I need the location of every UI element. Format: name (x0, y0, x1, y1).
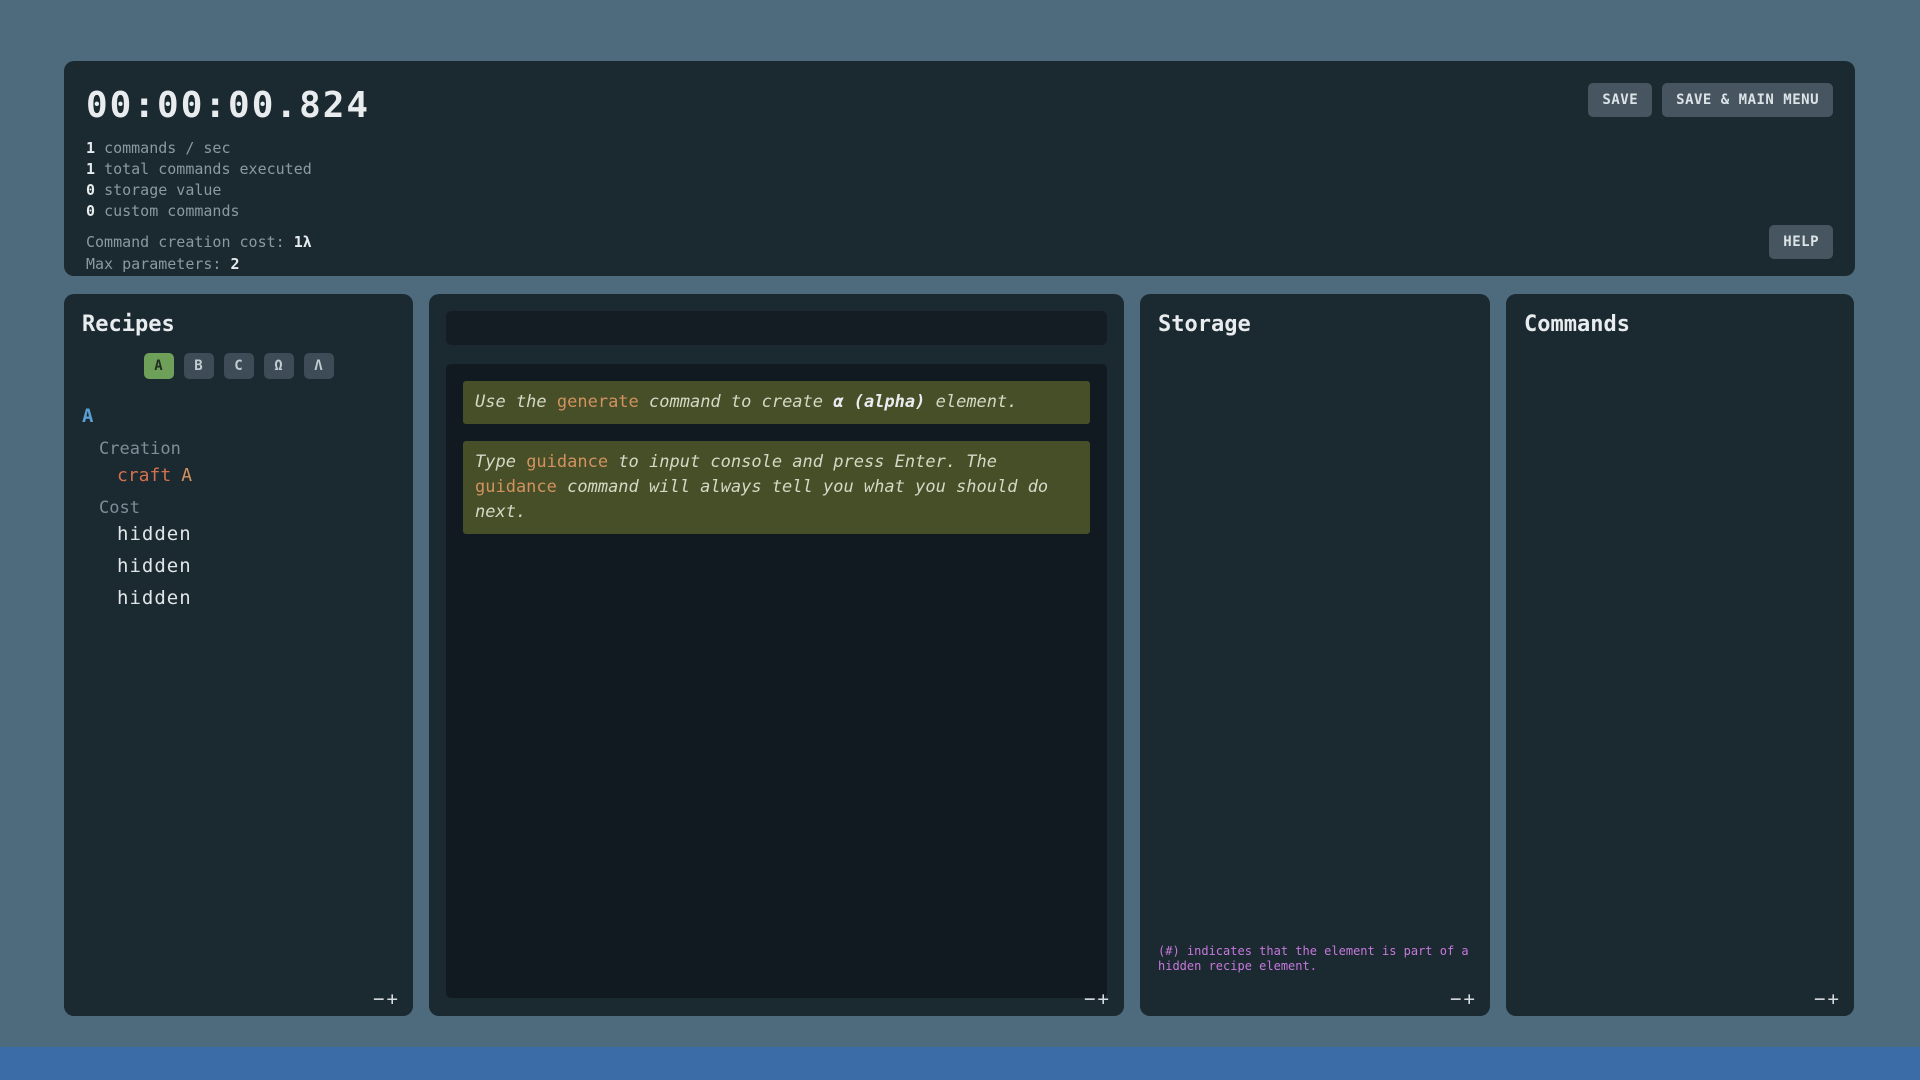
stat-value: 1 (86, 139, 95, 157)
cost-item: hidden (117, 582, 395, 614)
console-panel: Use the generate command to create α (al… (429, 294, 1124, 1016)
zoom-in-button[interactable]: + (1463, 988, 1476, 1010)
command-cost-row: Command creation cost: 1λ (86, 231, 1833, 253)
recipes-zoom-controls: −+ (372, 988, 399, 1010)
console-message: Type guidance to input console and press… (463, 441, 1090, 534)
recipe-tab-b[interactable]: B (184, 353, 214, 379)
stat-row: 0 storage value (86, 180, 1833, 201)
command-cost-value: 1λ (294, 233, 312, 251)
zoom-out-button[interactable]: − (1083, 988, 1096, 1010)
recipes-panel: Recipes A B C Ω Λ A Creation craft A Cost… (64, 294, 413, 1016)
timer: 00:00:00.824 (86, 85, 1833, 126)
message-text: command to create (639, 392, 833, 412)
recipe-element-name: A (82, 405, 395, 427)
command-cost-label: Command creation cost: (86, 233, 285, 251)
stat-row: 1 commands / sec (86, 138, 1833, 159)
header-buttons: SAVE SAVE & MAIN MENU (1588, 83, 1833, 117)
message-text: element. (925, 392, 1017, 412)
stat-label: total commands executed (104, 160, 312, 178)
bottom-bar (0, 1047, 1920, 1080)
message-command-text: guidance (475, 477, 557, 497)
recipes-panel-title: Recipes (82, 312, 395, 337)
zoom-out-button[interactable]: − (372, 988, 385, 1010)
creation-section-label: Creation (99, 439, 395, 459)
stat-value: 0 (86, 202, 95, 220)
cost-item: hidden (117, 518, 395, 550)
stats-list: 1 commands / sec 1 total commands execut… (86, 138, 1833, 222)
craft-target-element: A (181, 465, 192, 486)
message-text: Type (475, 452, 526, 472)
commands-panel: Commands −+ (1506, 294, 1854, 1016)
console-input[interactable] (446, 311, 1107, 345)
recipe-tabs: A B C Ω Λ (82, 353, 395, 379)
zoom-in-button[interactable]: + (386, 988, 399, 1010)
stat-value: 0 (86, 181, 95, 199)
stat-label: commands / sec (104, 139, 230, 157)
max-parameters-label: Max parameters: (86, 255, 221, 273)
craft-recipe-line: craft A (117, 465, 395, 486)
message-command-text: guidance (526, 452, 608, 472)
recipe-tab-lambda[interactable]: Λ (304, 353, 334, 379)
message-text: Use the (475, 392, 557, 412)
message-command-text: generate (557, 392, 639, 412)
recipe-tab-omega[interactable]: Ω (264, 353, 294, 379)
craft-command: craft (117, 465, 171, 486)
help-button[interactable]: HELP (1769, 225, 1833, 259)
stat-label: storage value (104, 181, 221, 199)
storage-footnote: (#) indicates that the element is part o… (1158, 944, 1470, 974)
save-button[interactable]: SAVE (1588, 83, 1652, 117)
zoom-in-button[interactable]: + (1827, 988, 1840, 1010)
storage-panel-title: Storage (1158, 312, 1472, 337)
meta-info: Command creation cost: 1λ Max parameters… (86, 231, 1833, 275)
stat-row: 0 custom commands (86, 201, 1833, 222)
console-log: Use the generate command to create α (al… (446, 364, 1107, 998)
commands-zoom-controls: −+ (1813, 988, 1840, 1010)
console-zoom-controls: −+ (1083, 988, 1110, 1010)
storage-panel: Storage (#) indicates that the element i… (1140, 294, 1490, 1016)
zoom-in-button[interactable]: + (1097, 988, 1110, 1010)
stat-label: custom commands (104, 202, 239, 220)
cost-item: hidden (117, 550, 395, 582)
storage-zoom-controls: −+ (1449, 988, 1476, 1010)
cost-section-label: Cost (99, 498, 395, 518)
main-panels: Recipes A B C Ω Λ A Creation craft A Cost… (64, 294, 1854, 1016)
recipe-tab-c[interactable]: C (224, 353, 254, 379)
zoom-out-button[interactable]: − (1813, 988, 1826, 1010)
max-parameters-row: Max parameters: 2 (86, 253, 1833, 275)
recipe-tab-a[interactable]: A (144, 353, 174, 379)
save-main-menu-button[interactable]: SAVE & MAIN MENU (1662, 83, 1833, 117)
max-parameters-value: 2 (231, 255, 240, 273)
message-emphasis-text: α (alpha) (833, 392, 925, 412)
header-panel: 00:00:00.824 1 commands / sec 1 total co… (64, 61, 1855, 276)
message-text: command will always tell you what you sh… (475, 477, 1048, 522)
stat-row: 1 total commands executed (86, 159, 1833, 180)
stat-value: 1 (86, 160, 95, 178)
zoom-out-button[interactable]: − (1449, 988, 1462, 1010)
message-text: to input console and press Enter. The (608, 452, 997, 472)
console-message: Use the generate command to create α (al… (463, 381, 1090, 424)
commands-panel-title: Commands (1524, 312, 1836, 337)
